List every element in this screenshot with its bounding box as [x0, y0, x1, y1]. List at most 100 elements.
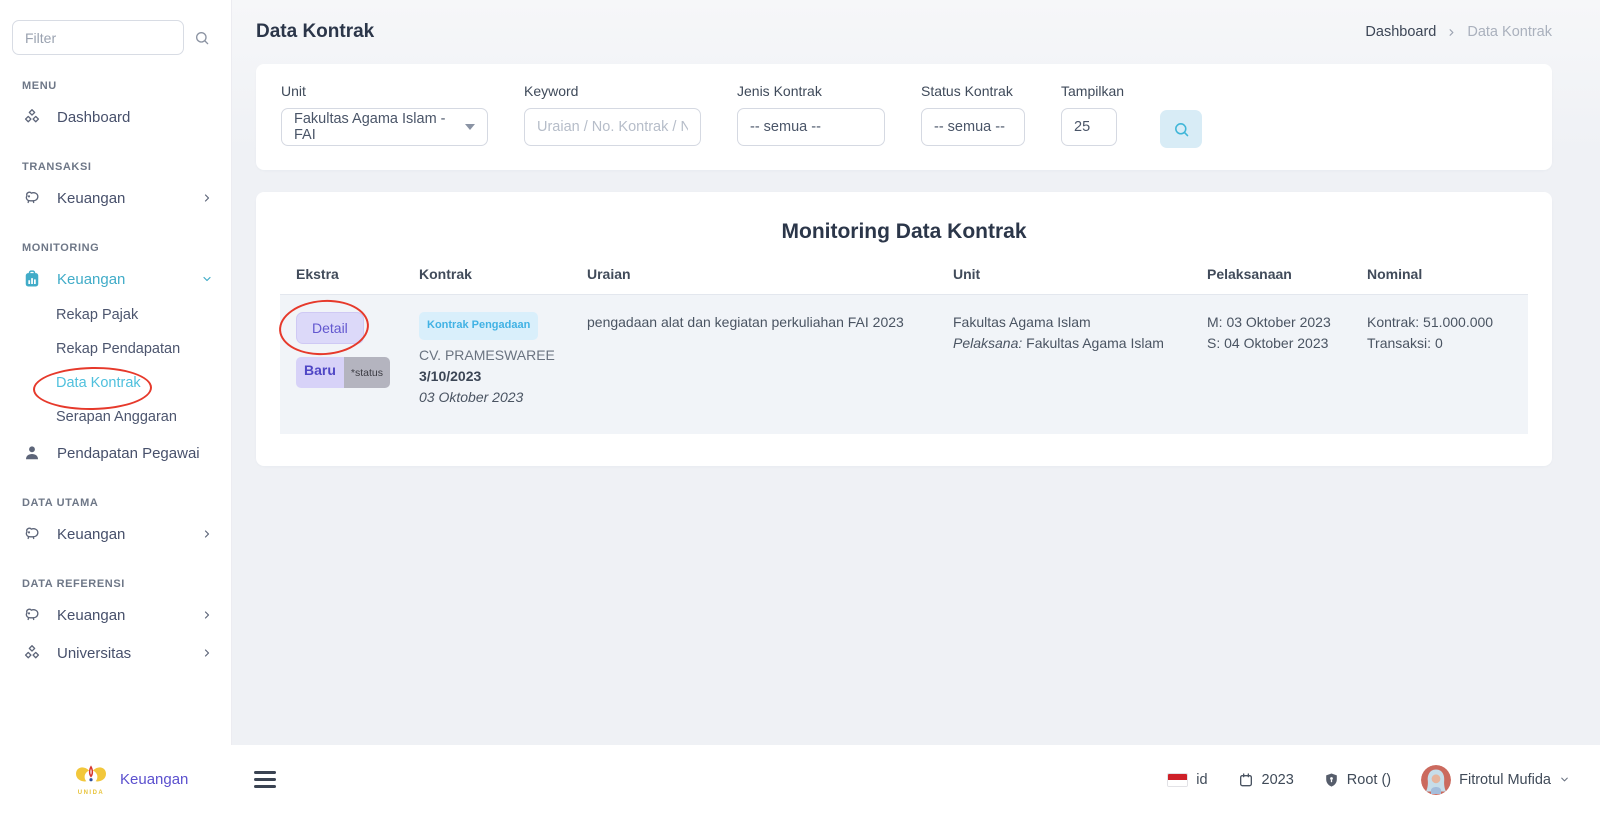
jenis-kontrak-select[interactable]: -- semua -- — [737, 108, 885, 146]
brand[interactable]: UNIDA Keuangan — [70, 763, 250, 796]
unit-select[interactable]: Fakultas Agama Islam - FAI — [281, 108, 488, 146]
section-menu: MENU — [22, 80, 221, 92]
pelaksanaan-mulai: M: 03 Oktober 2023 — [1207, 312, 1343, 333]
shield-icon — [1324, 772, 1339, 788]
pelaksana-name: Fakultas Agama Islam — [1026, 335, 1164, 351]
filter-unit: Unit Fakultas Agama Islam - FAI — [281, 83, 488, 146]
contract-date: 3/10/2023 — [419, 366, 563, 387]
cubes-icon — [22, 643, 42, 663]
detail-button[interactable]: Detail — [296, 312, 364, 344]
cell-pelaksanaan: M: 03 Oktober 2023 S: 04 Oktober 2023 — [1191, 295, 1351, 434]
sidebar-item-keuangan-data-referensi[interactable]: Keuangan — [12, 596, 221, 634]
chevron-right-icon — [1446, 27, 1457, 38]
person-icon — [22, 443, 42, 463]
locale-label: id — [1196, 772, 1207, 788]
filter-jenis-label: Jenis Kontrak — [737, 83, 885, 99]
search-icon — [1173, 121, 1190, 138]
locale-switcher[interactable]: id — [1167, 772, 1207, 788]
sidebar: MENU Dashboard TRANSAKSI Keuangan MONITO… — [0, 0, 232, 745]
role-indicator[interactable]: Root () — [1324, 772, 1391, 788]
cubes-icon — [22, 107, 42, 127]
keyword-input[interactable] — [524, 108, 701, 146]
sidebar-item-universitas[interactable]: Universitas — [12, 634, 221, 672]
sidebar-subitem-rekap-pendapatan[interactable]: Rekap Pendapatan — [12, 332, 221, 366]
filter-unit-label: Unit — [281, 83, 488, 99]
filter-status-kontrak: Status Kontrak -- semua -- — [921, 83, 1025, 146]
monitoring-card: Monitoring Data Kontrak Ekstra Kontrak U… — [256, 192, 1552, 466]
sidebar-filter-input[interactable] — [12, 20, 184, 55]
sidebar-item-keuangan-monitoring[interactable]: Keuangan — [12, 260, 221, 298]
status-kontrak-select[interactable]: -- semua -- — [921, 108, 1025, 146]
status-kontrak-value: -- semua -- — [934, 119, 1005, 135]
search-icon[interactable] — [194, 30, 210, 46]
pelaksanaan-selesai: S: 04 Oktober 2023 — [1207, 333, 1343, 354]
vendor-name: CV. PRAMESWAREE — [419, 345, 563, 366]
cell-unit: Fakultas Agama Islam Pelaksana: Fakultas… — [937, 295, 1191, 434]
sidebar-item-keuangan-transaksi[interactable]: Keuangan — [12, 179, 221, 217]
status-badge-label: Baru — [296, 357, 344, 388]
filter-tampilkan: Tampilkan — [1061, 83, 1124, 146]
sidebar-item-label: Keuangan — [57, 607, 186, 624]
calendar-icon — [1238, 772, 1254, 788]
cell-uraian: pengadaan alat dan kegiatan perkuliahan … — [571, 295, 937, 434]
sidebar-subitem-rekap-pajak[interactable]: Rekap Pajak — [12, 298, 221, 332]
nominal-transaksi: Transaksi: 0 — [1367, 333, 1520, 354]
chevron-down-icon — [201, 273, 213, 285]
sidebar-item-keuangan-data-utama[interactable]: Keuangan — [12, 515, 221, 553]
piggy-bank-icon — [22, 605, 42, 625]
table-title: Monitoring Data Kontrak — [280, 220, 1528, 244]
piggy-bank-icon — [22, 188, 42, 208]
chevron-right-icon — [201, 192, 213, 204]
section-data-utama: DATA UTAMA — [22, 497, 221, 509]
cell-ekstra: Detail Baru *status — [280, 295, 403, 434]
main-content: Data Kontrak Dashboard Data Kontrak Unit… — [232, 0, 1600, 745]
unida-logo-icon: UNIDA — [70, 763, 112, 796]
cell-nominal: Kontrak: 51.000.000 Transaksi: 0 — [1351, 295, 1528, 434]
filter-status-label: Status Kontrak — [921, 83, 1025, 99]
sidebar-subitem-serapan-anggaran[interactable]: Serapan Anggaran — [12, 400, 221, 434]
breadcrumb-current: Data Kontrak — [1467, 24, 1552, 40]
page-header: Data Kontrak Dashboard Data Kontrak — [256, 0, 1552, 64]
sidebar-item-label: Pendapatan Pegawai — [57, 445, 213, 462]
tampilkan-input[interactable] — [1061, 108, 1117, 146]
col-unit: Unit — [937, 266, 1191, 294]
contract-date-long: 03 Oktober 2023 — [419, 387, 563, 408]
year-label: 2023 — [1262, 772, 1294, 788]
filter-card: Unit Fakultas Agama Islam - FAI Keyword … — [256, 64, 1552, 170]
hamburger-menu-icon[interactable] — [250, 767, 280, 792]
table-row: Detail Baru *status Kontrak Pengadaan CV… — [280, 295, 1528, 434]
jenis-kontrak-badge: Kontrak Pengadaan — [419, 312, 538, 340]
sidebar-item-label: Universitas — [57, 645, 186, 662]
col-uraian: Uraian — [571, 266, 937, 294]
cell-kontrak: Kontrak Pengadaan CV. PRAMESWAREE 3/10/2… — [403, 295, 571, 434]
section-transaksi: TRANSAKSI — [22, 161, 221, 173]
filter-tampilkan-label: Tampilkan — [1061, 83, 1124, 99]
section-monitoring: MONITORING — [22, 242, 221, 254]
status-badge: Baru *status — [296, 357, 390, 388]
breadcrumb-dashboard[interactable]: Dashboard — [1365, 24, 1436, 40]
role-label: Root () — [1347, 772, 1391, 788]
section-data-referensi: DATA REFERENSI — [22, 578, 221, 590]
col-kontrak: Kontrak — [403, 266, 571, 294]
chevron-right-icon — [201, 528, 213, 540]
col-pelaksanaan: Pelaksanaan — [1191, 266, 1351, 294]
piggy-bank-icon — [22, 524, 42, 544]
search-button[interactable] — [1160, 110, 1202, 148]
year-selector[interactable]: 2023 — [1238, 772, 1294, 788]
sidebar-item-label: Keuangan — [57, 190, 186, 207]
page-title: Data Kontrak — [256, 21, 374, 43]
avatar — [1421, 765, 1451, 795]
chevron-down-icon — [1559, 774, 1570, 785]
clipboard-chart-icon — [22, 269, 42, 289]
sidebar-item-pendapatan-pegawai[interactable]: Pendapatan Pegawai — [12, 434, 221, 472]
filter-jenis-kontrak: Jenis Kontrak -- semua -- — [737, 83, 885, 146]
footer-bar: UNIDA Keuangan id 2023 Root () Fitrotul — [0, 745, 1600, 814]
app-layout: MENU Dashboard TRANSAKSI Keuangan MONITO… — [0, 0, 1600, 745]
sidebar-item-dashboard[interactable]: Dashboard — [12, 98, 221, 136]
col-ekstra: Ekstra — [280, 266, 403, 294]
sidebar-item-label: Dashboard — [57, 109, 213, 126]
user-menu[interactable]: Fitrotul Mufida — [1421, 765, 1570, 795]
table-header-row: Ekstra Kontrak Uraian Unit Pelaksanaan N… — [280, 266, 1528, 295]
chevron-right-icon — [201, 609, 213, 621]
sidebar-subitem-data-kontrak[interactable]: Data Kontrak — [12, 366, 221, 400]
